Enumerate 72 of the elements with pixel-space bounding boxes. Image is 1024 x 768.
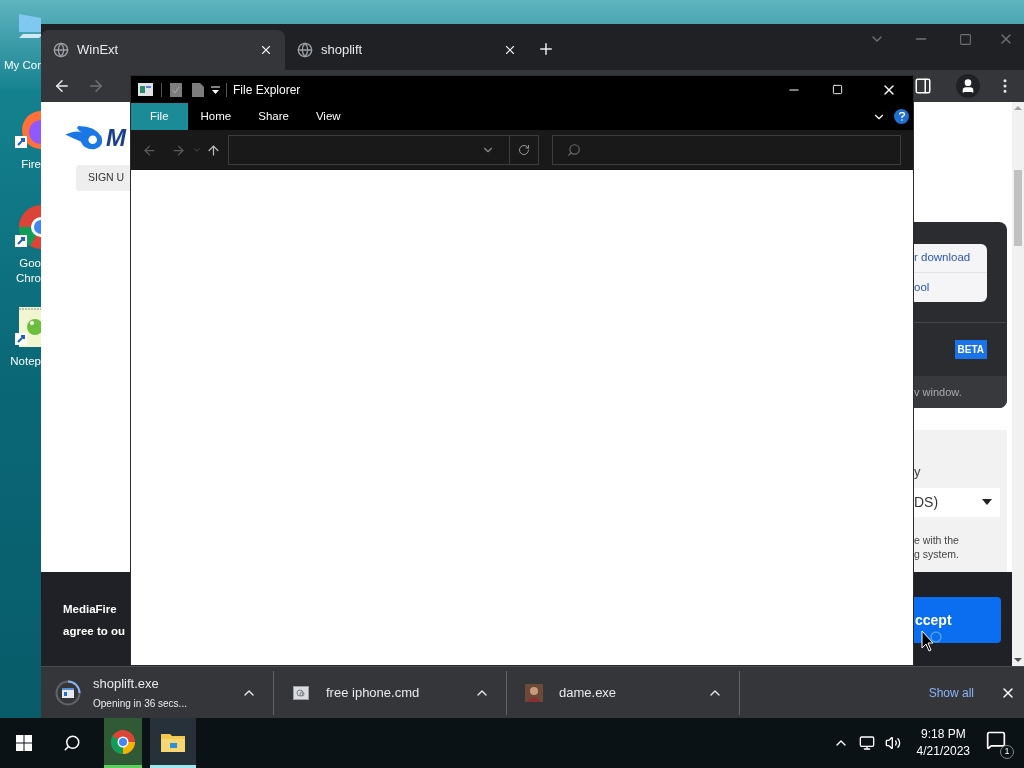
link[interactable]: ool: [914, 273, 987, 302]
download-item[interactable]: shoplift.exe Opening in 36 secs...: [41, 670, 274, 715]
refresh-icon[interactable]: [518, 144, 530, 156]
desktop-icon-label[interactable]: Fire: [21, 157, 41, 172]
notifications-icon[interactable]: [986, 730, 1006, 750]
desktop-icon-label[interactable]: Notep: [10, 354, 41, 369]
forward-icon[interactable]: [87, 77, 105, 95]
back-icon[interactable]: [53, 77, 71, 95]
profile-avatar[interactable]: [956, 74, 980, 98]
new-folder-icon: [192, 82, 204, 97]
flame-logo-icon: [65, 126, 105, 150]
chrome-icon: [111, 729, 135, 754]
person-icon: [960, 78, 976, 94]
up-icon[interactable]: [206, 142, 221, 158]
note-text: g system.: [914, 546, 960, 561]
close-icon[interactable]: [259, 43, 273, 57]
dropdown-icon[interactable]: [211, 85, 220, 94]
search-icon[interactable]: [63, 734, 81, 752]
start-icon[interactable]: [16, 735, 32, 751]
file-explorer-taskbar-button[interactable]: [150, 718, 196, 768]
tab-title: shoplift: [321, 41, 364, 60]
tab-title: WinExt: [77, 41, 120, 60]
person-icon: [525, 683, 543, 702]
note-text: v window.: [914, 384, 962, 400]
volume-icon[interactable]: [884, 735, 901, 751]
globe-icon: [53, 42, 69, 58]
ribbon-tab[interactable]: File: [131, 103, 188, 130]
forward-icon[interactable]: [171, 142, 186, 158]
globe-icon: [297, 42, 313, 58]
accept-button[interactable]: ccept: [914, 597, 1001, 643]
os-select[interactable]: DS): [914, 487, 1000, 517]
side-panel-icon[interactable]: [914, 77, 932, 95]
script-file-icon: [293, 685, 309, 700]
search-field[interactable]: [552, 135, 901, 165]
download-item[interactable]: free iphone.cmd: [274, 670, 507, 715]
properties-icon: [170, 82, 182, 97]
chrome-taskbar-button[interactable]: [104, 718, 142, 768]
network-icon[interactable]: [858, 735, 875, 751]
show-all-link[interactable]: Show all: [928, 683, 974, 702]
field-label: y: [914, 463, 922, 481]
ribbon-tab[interactable]: Share: [258, 103, 289, 130]
sign-up-button[interactable]: SIGN U: [76, 165, 130, 191]
window-title: File Explorer: [233, 81, 301, 99]
notification-count: 1: [1000, 745, 1014, 759]
ribbon-tab[interactable]: Home: [200, 103, 232, 130]
desktop-icon-label[interactable]: Goo: [19, 256, 41, 271]
download-status: Opening in 36 secs...: [93, 696, 188, 711]
download-item[interactable]: dame.exe: [507, 670, 740, 715]
browser-tab[interactable]: shoplift: [285, 30, 529, 70]
beta-badge: BETA: [954, 340, 987, 359]
file-name: dame.exe: [559, 683, 618, 702]
file-name: free iphone.cmd: [326, 683, 421, 702]
help-icon[interactable]: [894, 109, 909, 124]
scroll-thumb[interactable]: [1014, 170, 1022, 246]
file-name: shoplift.exe: [93, 675, 160, 694]
cookie-text: agree to ou: [63, 624, 125, 639]
close-icon[interactable]: [503, 43, 517, 57]
ribbon-tab[interactable]: View: [315, 103, 341, 130]
app-window-icon: [55, 679, 81, 706]
folder-icon: [161, 731, 185, 752]
logo-text: M: [106, 126, 126, 150]
desktop-icon-label[interactable]: My Cor: [3, 58, 41, 73]
clock-time[interactable]: 9:18 PM: [920, 726, 966, 743]
search-icon: [567, 143, 581, 157]
browser-tab[interactable]: WinExt: [41, 30, 285, 70]
explorer-app-icon: [138, 83, 153, 96]
cookie-text: MediaFire: [63, 602, 118, 617]
note-text: e with the: [914, 532, 960, 547]
clock-date[interactable]: 4/21/2023: [916, 743, 970, 760]
new-tab-icon[interactable]: [537, 40, 555, 58]
caret-icon: [982, 499, 992, 505]
desktop-icon-label[interactable]: Chro: [16, 271, 41, 286]
